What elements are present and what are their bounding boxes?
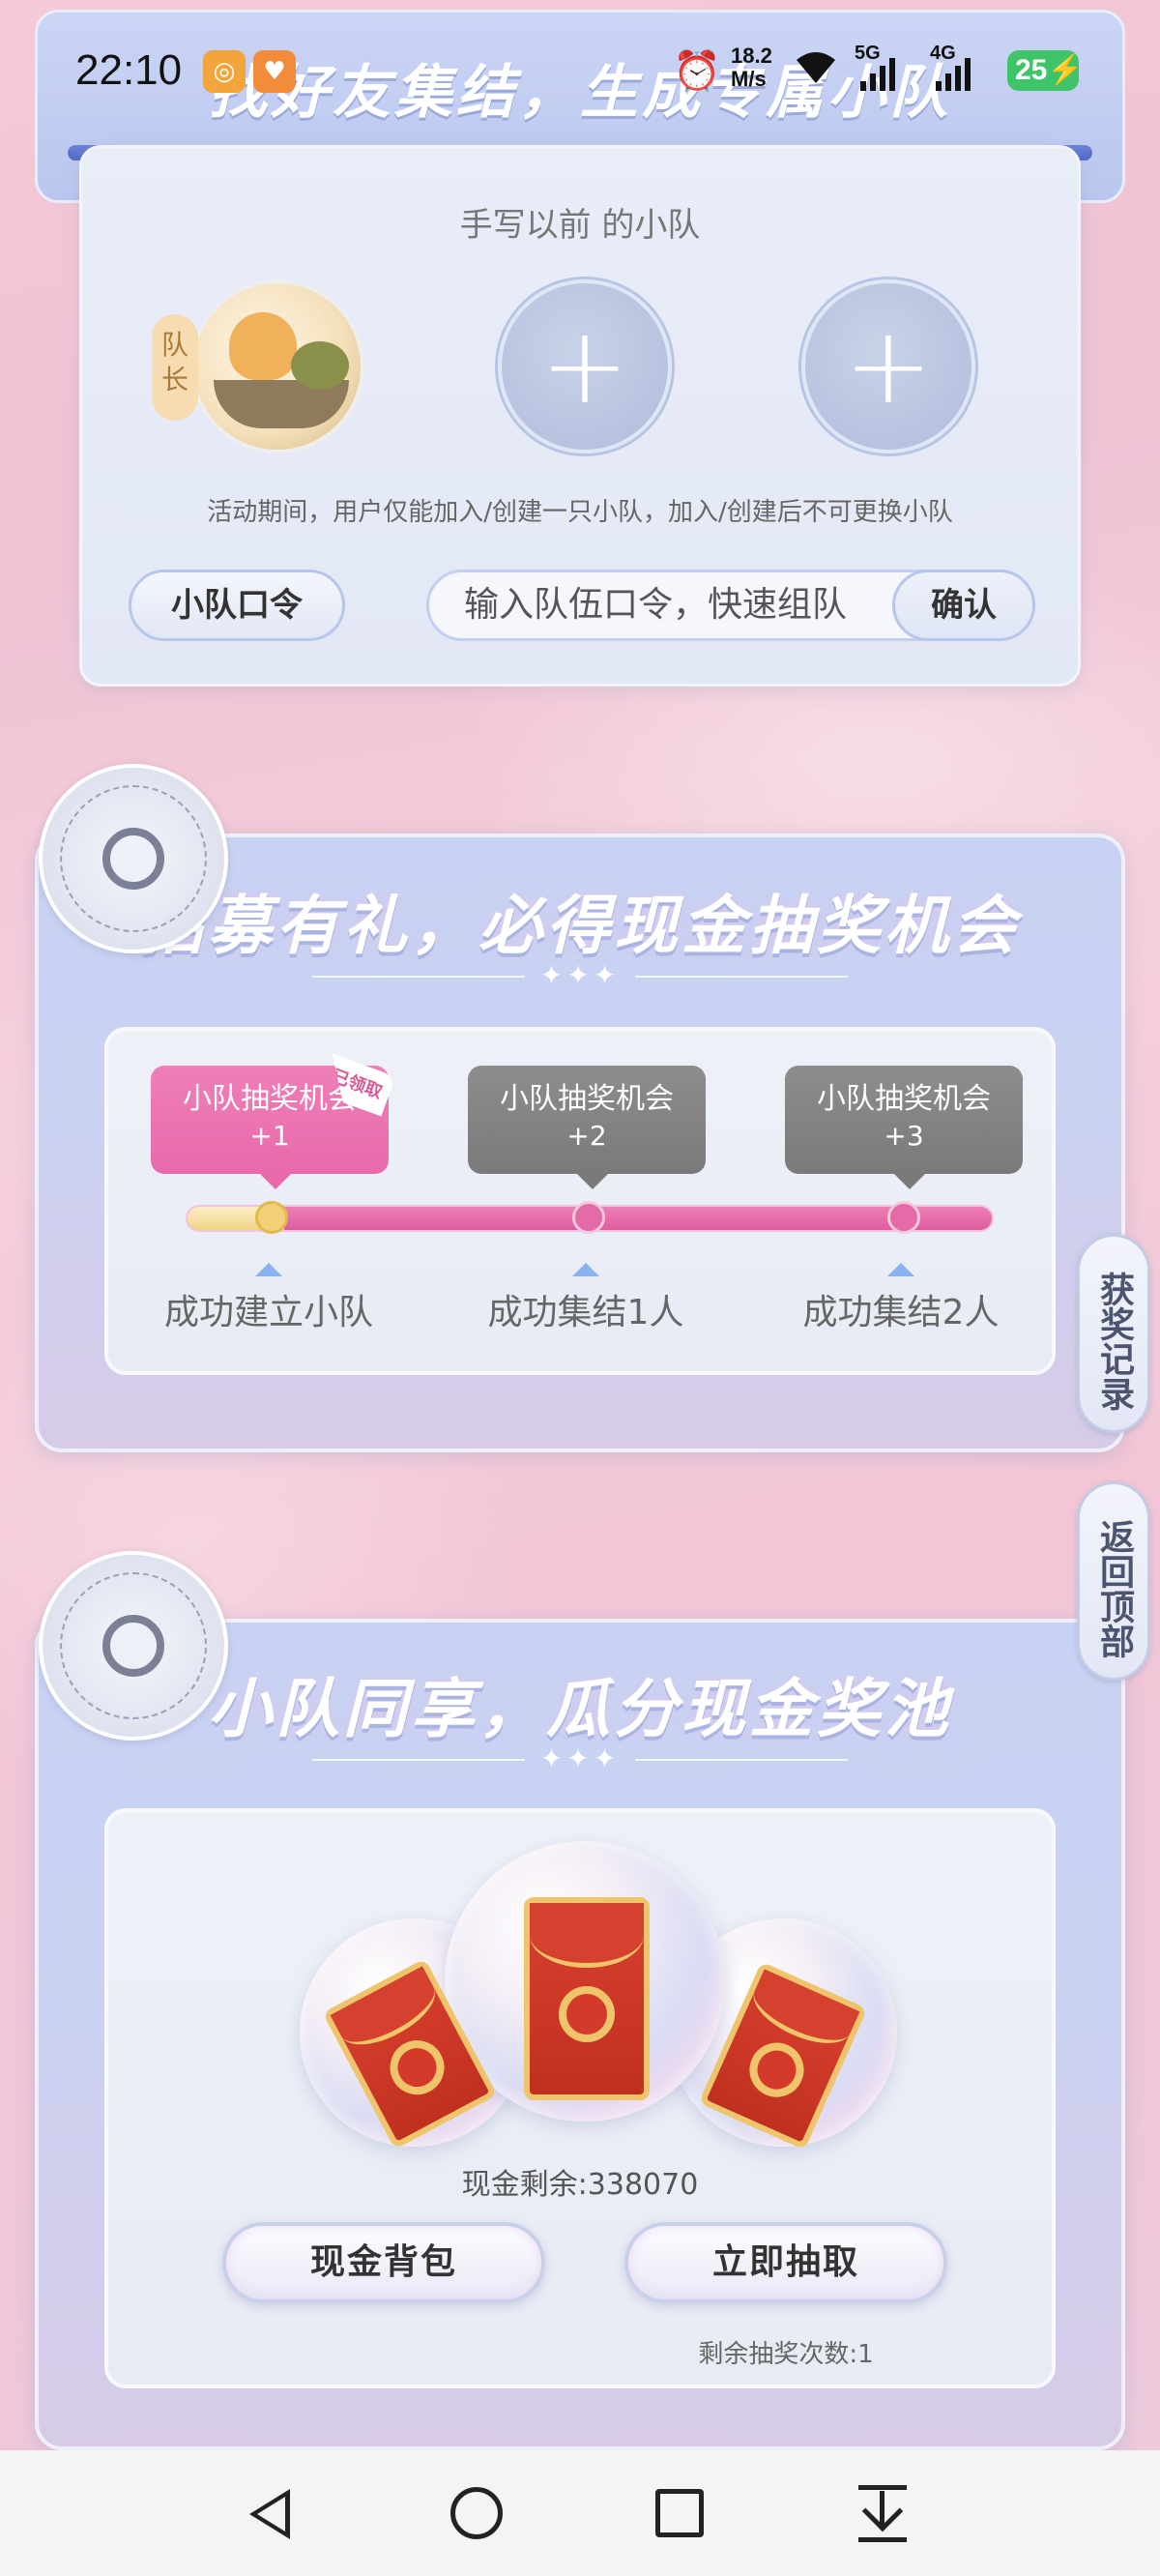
step-label-2: 成功集结1人: [487, 1293, 684, 1332]
team-name: 手写以前 的小队: [459, 206, 701, 245]
team-card: 手写以前 的小队 队长 + + 活动期间，用户仅能加入/创建一只小队，加入/创建…: [79, 145, 1081, 687]
signal-bars-icon: [860, 58, 895, 91]
sparkle-divider: ✦✦✦: [39, 1742, 1121, 1774]
prize-records-tab[interactable]: 获奖记录: [1077, 1234, 1150, 1433]
progress-node-1: [255, 1201, 288, 1234]
invite-member-slot-1[interactable]: +: [498, 279, 672, 454]
back-to-top-tab[interactable]: 返回顶部: [1077, 1481, 1150, 1681]
pool-section: 小队同享，瓜分现金奖池 ✦✦✦ 现金剩余:338070 现金背包 立即抽取 剩余…: [35, 1619, 1125, 2450]
reward-card-3[interactable]: 小队抽奖机会 +3: [785, 1066, 1023, 1189]
pool-panel: 现金剩余:338070 现金背包 立即抽取 剩余抽奖次数:1: [104, 1808, 1056, 2388]
draws-remaining: 剩余抽奖次数:1: [698, 2340, 874, 2369]
captain-avatar[interactable]: [190, 279, 364, 454]
wifi-icon: [793, 48, 839, 97]
step-label-3: 成功集结2人: [802, 1293, 1000, 1332]
reward-amount: +3: [884, 1120, 924, 1152]
badge-emblem-icon: [102, 828, 164, 890]
home-icon[interactable]: [450, 2487, 503, 2539]
back-icon[interactable]: [249, 2489, 290, 2539]
status-time: 22:10: [75, 46, 183, 94]
reward-label: 小队抽奖机会: [817, 1082, 991, 1116]
captain-tag: 队长: [152, 314, 198, 421]
avatar-fox: [229, 312, 297, 380]
progress-node-3: [887, 1201, 920, 1234]
progress-node-2: [572, 1201, 605, 1234]
plus-icon: +: [843, 304, 934, 427]
reward-amount: +1: [249, 1120, 290, 1152]
team-notice: 活动期间，用户仅能加入/创建一只小队，加入/创建后不可更换小队: [207, 498, 953, 527]
team-code-button[interactable]: 小队口令: [129, 570, 345, 641]
sparkle-divider: ✦✦✦: [39, 959, 1121, 991]
badge-emblem-icon: [102, 1615, 164, 1677]
reward-label: 小队抽奖机会: [500, 1082, 674, 1116]
battery-icon: 25⚡: [1007, 50, 1084, 91]
recruit-panel: 小队抽奖机会 +1 已领取 小队抽奖机会 +2 小队抽奖机会 +3 成功建立小队…: [104, 1027, 1056, 1375]
signal-bars-icon: [936, 58, 971, 91]
alarm-icon: ⏰: [673, 49, 721, 94]
confirm-button[interactable]: 确认: [892, 570, 1035, 641]
heart-app-icon: ♥: [253, 50, 296, 93]
plus-icon: +: [539, 304, 630, 427]
invite-member-slot-2[interactable]: +: [801, 279, 975, 454]
recent-apps-icon[interactable]: [655, 2489, 704, 2537]
system-nav-bar: [0, 2450, 1160, 2576]
red-packet-icon: [524, 1897, 650, 2100]
recruit-progress-bar: [186, 1201, 994, 1234]
draw-now-button[interactable]: 立即抽取: [624, 2222, 947, 2303]
app-notification-icon: ◎: [203, 50, 246, 93]
reward-card-1[interactable]: 小队抽奖机会 +1 已领取: [151, 1066, 389, 1189]
net-speed: 18.2 M/s: [731, 44, 772, 91]
cash-remaining: 现金剩余:338070: [461, 2168, 699, 2202]
coming-soon-badge: [39, 1551, 228, 1741]
step-pointer: [255, 1263, 282, 1276]
step-pointer: [572, 1263, 599, 1276]
cash-bag-button[interactable]: 现金背包: [222, 2222, 545, 2303]
step-label-1: 成功建立小队: [163, 1293, 373, 1332]
reward-card-2[interactable]: 小队抽奖机会 +2: [468, 1066, 706, 1189]
reward-amount: +2: [566, 1120, 607, 1152]
notification-pull-icon[interactable]: [858, 2485, 907, 2543]
coming-soon-badge: [39, 764, 228, 953]
avatar-frog: [291, 341, 349, 390]
step-pointer: [887, 1263, 914, 1276]
status-bar: 22:10 ◎ ♥ ⏰ 18.2 M/s 5G 4G 25⚡: [0, 39, 1160, 106]
